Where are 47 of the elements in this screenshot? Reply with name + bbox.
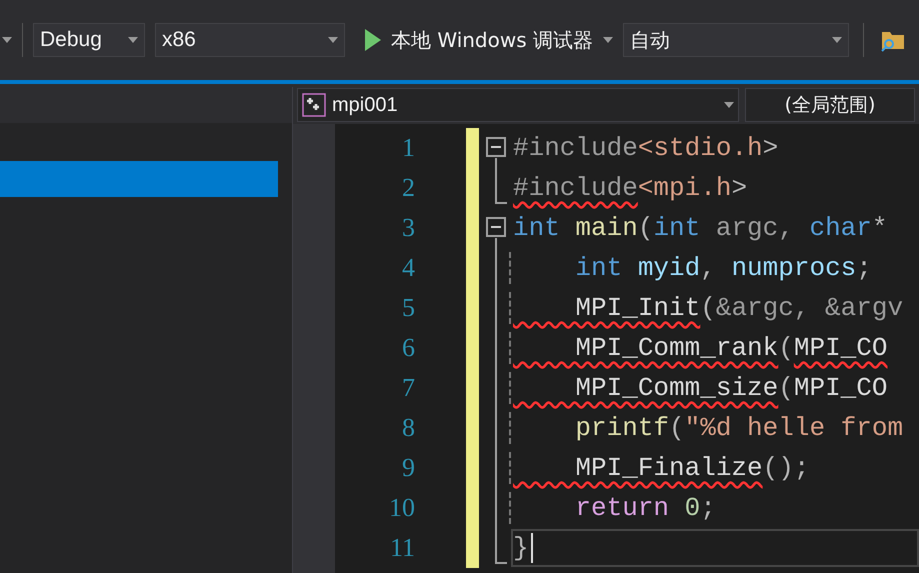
run-button[interactable]: 本地 Windows 调试器: [391, 25, 593, 55]
line-number: 6: [401, 335, 415, 361]
file-scope-dropdown[interactable]: mpi001: [297, 88, 739, 122]
indent-guide: [509, 252, 511, 284]
code-line: return 0;: [574, 492, 717, 525]
line-number: 5: [401, 295, 415, 321]
collapse-icon[interactable]: [486, 137, 506, 157]
line-number: 2: [401, 175, 415, 201]
caret-icon: [2, 37, 12, 43]
mode-dropdown[interactable]: 自动: [623, 23, 849, 57]
code-line: #include<stdio.h>: [512, 132, 780, 165]
caret-icon: [328, 37, 338, 43]
platform-dropdown[interactable]: x86: [155, 23, 345, 57]
indent-guide: [509, 412, 511, 444]
play-icon[interactable]: [365, 29, 381, 51]
code-line: int main(int argc, char*: [512, 212, 888, 245]
project-icon: [302, 93, 326, 117]
line-number: 11: [388, 535, 415, 561]
code-line: MPI_Finalize();: [574, 452, 810, 485]
indent-guide: [509, 292, 511, 324]
line-number: 10: [388, 495, 415, 521]
line-number: 1: [401, 135, 415, 161]
indent-guide: [509, 452, 511, 484]
caret-icon: [724, 102, 734, 108]
caret-icon: [832, 37, 842, 43]
change-marker: [466, 128, 479, 168]
code-line: printf("%d helle from: [574, 412, 904, 445]
configuration-dropdown[interactable]: Debug: [33, 23, 145, 57]
code-line: MPI_Comm_size(MPI_CO: [574, 372, 888, 405]
line-number: 8: [401, 415, 415, 441]
indent-guide: [509, 492, 511, 524]
collapse-icon[interactable]: [486, 217, 506, 237]
line-number: 9: [401, 455, 415, 481]
code-line: MPI_Comm_rank(MPI_CO: [574, 332, 888, 365]
global-scope-dropdown[interactable]: (全局范围): [745, 88, 915, 122]
caret-icon: [603, 37, 613, 43]
line-number: 7: [401, 375, 415, 401]
code-line: #include<mpi.h>: [512, 172, 748, 205]
line-number: 3: [401, 215, 415, 241]
code-line: MPI_Init(&argc, &argv: [574, 292, 904, 325]
indent-guide: [509, 372, 511, 404]
text-cursor: [530, 533, 533, 563]
indent-guide: [509, 332, 511, 364]
code-line: int myid, numprocs;: [574, 252, 873, 285]
change-marker: [466, 528, 479, 568]
line-number: 4: [401, 255, 415, 281]
caret-icon: [128, 37, 138, 43]
